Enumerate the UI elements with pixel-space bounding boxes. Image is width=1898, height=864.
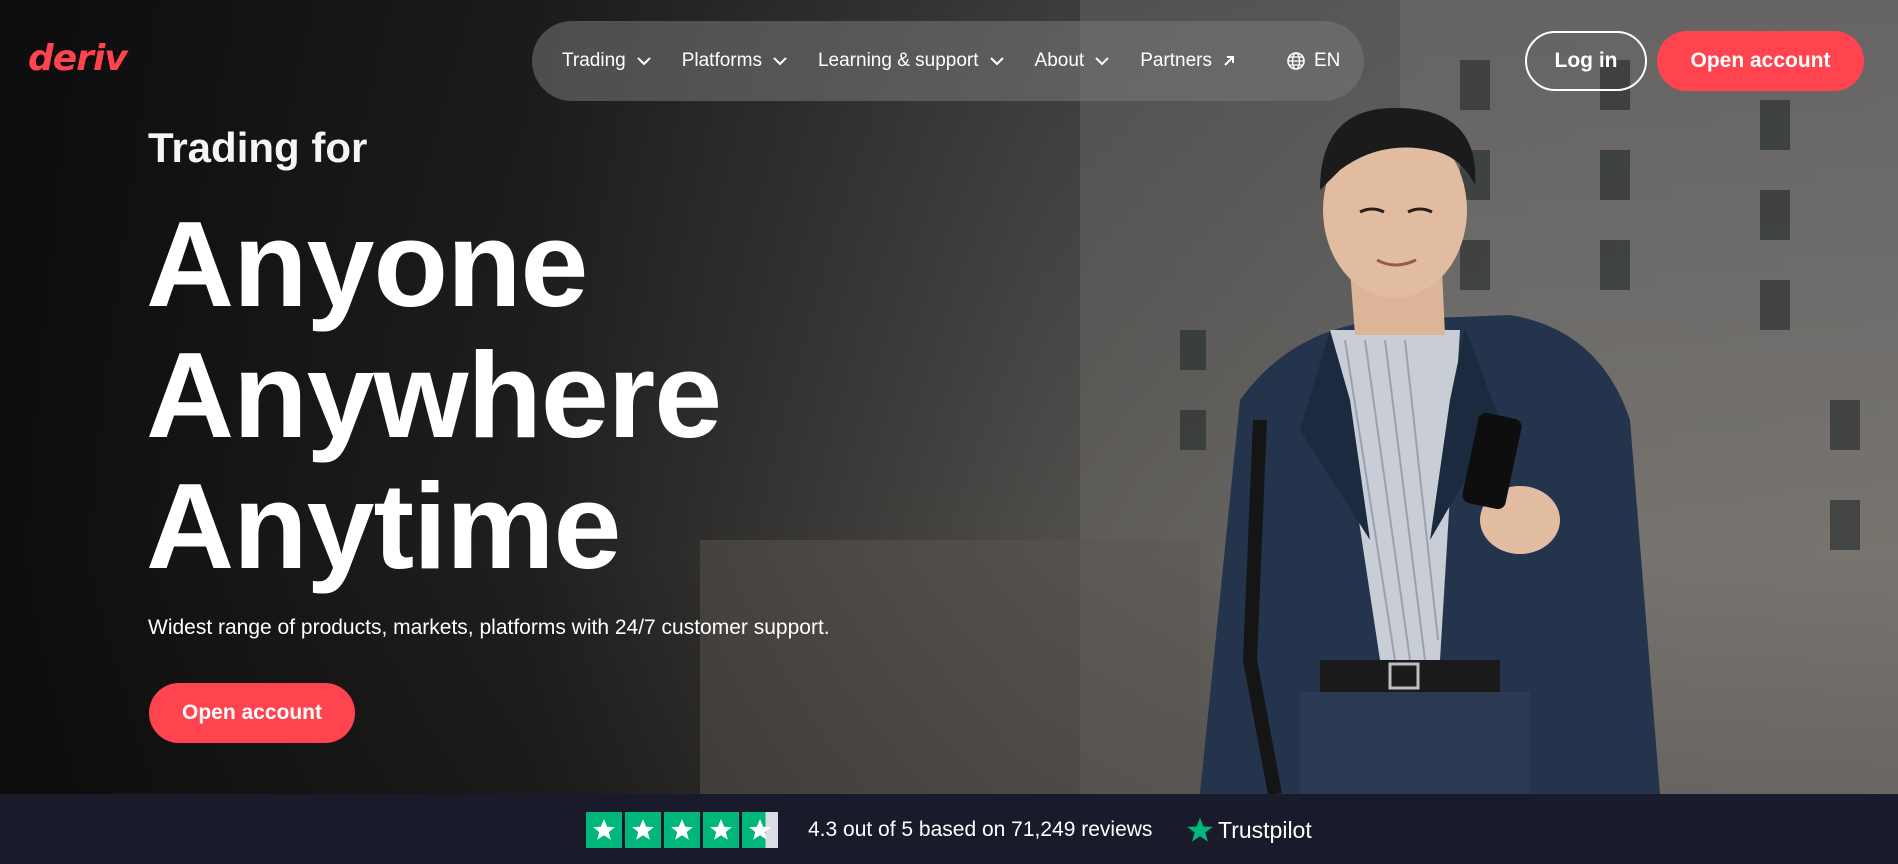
hero-line-anytime: Anytime <box>146 458 621 594</box>
language-label: EN <box>1314 50 1341 71</box>
trustpilot-rating-text[interactable]: 4.3 out of 5 based on 71,249 reviews <box>808 818 1152 842</box>
chevron-down-icon <box>773 57 787 66</box>
chevron-down-icon <box>989 57 1004 66</box>
star-icon <box>625 812 661 848</box>
chevron-down-icon <box>637 57 651 66</box>
deriv-logo[interactable]: deriv <box>28 38 128 79</box>
nav-about-label: About <box>1034 50 1085 71</box>
hero-open-account-button[interactable]: Open account <box>149 683 355 743</box>
hero-eyebrow: Trading for <box>148 124 368 171</box>
star-half-icon <box>742 812 778 848</box>
hero-line-anyone: Anyone <box>146 196 588 332</box>
nav-platforms[interactable]: Platforms <box>682 50 788 72</box>
trustpilot-label: Trustpilot <box>1218 816 1312 843</box>
star-icon <box>586 812 622 848</box>
language-selector[interactable]: EN <box>1286 50 1340 72</box>
globe-icon <box>1287 52 1305 70</box>
chevron-down-icon <box>1095 57 1109 66</box>
star-icon <box>664 812 700 848</box>
nav-learning-support-label: Learning & support <box>817 50 979 71</box>
main-nav: Trading Platforms Learning & support Abo… <box>532 21 1364 101</box>
trustpilot-star-icon <box>1187 817 1213 842</box>
arrow-up-right-icon <box>1224 56 1234 66</box>
nav-trading-label: Trading <box>562 50 626 71</box>
login-button[interactable]: Log in <box>1525 31 1647 91</box>
hero-subtitle: Widest range of products, markets, platf… <box>148 616 830 639</box>
hero-line-anywhere: Anywhere <box>146 327 722 463</box>
nav-partners[interactable]: Partners <box>1140 50 1236 72</box>
nav-partners-label: Partners <box>1140 50 1212 71</box>
header-open-account-button[interactable]: Open account <box>1657 31 1864 91</box>
trustpilot-logo[interactable]: Trustpilot <box>1186 816 1312 844</box>
trustpilot-stars[interactable] <box>586 812 778 848</box>
nav-trading[interactable]: Trading <box>562 50 652 72</box>
nav-about[interactable]: About <box>1035 50 1111 72</box>
nav-learning-support[interactable]: Learning & support <box>818 50 1005 72</box>
star-icon <box>703 812 739 848</box>
nav-platforms-label: Platforms <box>681 50 762 71</box>
hero-person-image <box>1200 107 1660 794</box>
